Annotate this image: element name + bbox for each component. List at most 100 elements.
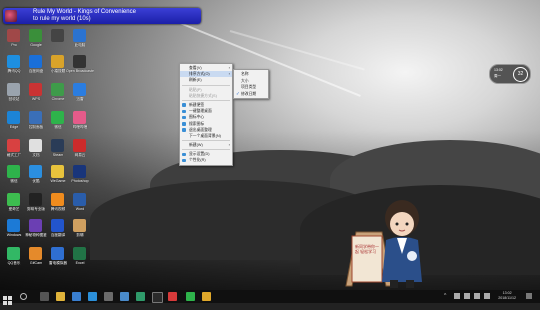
desktop-icon-label: Open Broadcaster — [66, 69, 94, 73]
menu-item-icon — [182, 128, 186, 132]
song-title: Rule My World - Kings of Convenience — [33, 9, 136, 15]
desktop-icon[interactable] — [46, 28, 70, 52]
menu-item-label: 刷新(E) — [189, 78, 202, 83]
battery-icon[interactable] — [484, 293, 490, 299]
app-icon — [51, 193, 64, 206]
desktop-mascot[interactable]: 新同学带你一起 轻松学习 — [342, 194, 437, 290]
desktop-icon[interactable]: 网易云 — [68, 138, 92, 162]
desktop-icon[interactable]: Word — [68, 192, 92, 216]
menu-separator — [182, 149, 230, 151]
context-menu-item[interactable]: 新建(W) › — [180, 142, 232, 148]
app-icon — [29, 55, 42, 68]
desktop-icon[interactable]: 此电脑 — [68, 28, 92, 52]
desktop-icon[interactable]: 格式工厂 — [2, 138, 26, 162]
desktop-icon[interactable]: 迅雷 — [68, 82, 92, 106]
context-menu-item[interactable]: 刷新(E) — [180, 77, 232, 83]
context-menu-item[interactable]: 下一个桌面背景(N) — [180, 133, 232, 139]
mascot-figure — [345, 200, 422, 288]
desktop-icon[interactable]: 控制面板 — [24, 110, 48, 134]
submenu-item-label: 大小 — [241, 78, 249, 83]
submenu-item[interactable]: 大小 — [234, 78, 268, 85]
desktop-icon[interactable]: 优酷 — [24, 164, 48, 188]
desktop-icon[interactable]: 剪映专业版 — [24, 192, 48, 216]
app-icon — [29, 219, 42, 232]
app-taskbar-icon[interactable] — [168, 292, 177, 301]
submenu-item-label: 修改日期 — [241, 91, 257, 96]
desktop-icon[interactable]: 腾讯QQ — [2, 54, 26, 78]
submenu-item[interactable]: ✓ 修改日期 — [234, 91, 268, 98]
up-arrow-icon[interactable]: ^ — [444, 293, 450, 299]
desktop-icon-label: 迅雷 — [76, 97, 84, 101]
desktop-icon[interactable]: Windows — [2, 218, 26, 242]
desktop-icon-label: 此电脑 — [74, 43, 86, 47]
notification-icon[interactable] — [526, 293, 532, 299]
desktop-icon[interactable]: Google — [24, 28, 48, 52]
temperature-ring: 32 — [513, 67, 528, 82]
taskbar: ^ 13:02 2018/11/12 — [0, 290, 540, 305]
edge-taskbar-icon[interactable] — [88, 292, 97, 301]
app-taskbar-icon[interactable] — [136, 292, 145, 301]
desktop-icon[interactable]: 剪辑 — [68, 218, 92, 242]
desktop-icon[interactable]: 神秘物种图鉴 — [24, 218, 48, 242]
desktop-icon[interactable]: 百度翻译 — [46, 218, 70, 242]
desktop-icon[interactable]: Chrome — [46, 82, 70, 106]
clock-time: 13:02 — [494, 68, 503, 72]
network-icon[interactable] — [454, 293, 460, 299]
app-icon — [29, 165, 42, 178]
submenu-item-label: 项目类型 — [241, 85, 257, 90]
menu-item-icon — [182, 152, 186, 157]
desktop-icon[interactable]: GifCam — [24, 246, 48, 270]
menu-separator — [182, 140, 230, 142]
input-method-icon[interactable] — [474, 293, 480, 299]
chevron-right-icon: › — [228, 142, 230, 148]
mail-taskbar-icon[interactable] — [104, 292, 113, 301]
desktop-icon[interactable]: 腾讯视频 — [46, 192, 70, 216]
now-playing-popup[interactable]: Rule My World - Kings of Convenience to … — [3, 8, 201, 24]
explorer-taskbar-icon[interactable] — [56, 292, 65, 301]
menu-item-icon — [182, 103, 186, 107]
menu-item-label: 一键整理桌面 — [189, 109, 212, 114]
context-menu-item[interactable]: 粘贴快捷方式(S) — [180, 93, 232, 99]
desktop-icon[interactable]: 哔哩哔哩 — [68, 110, 92, 134]
wechat-taskbar-icon[interactable] — [186, 292, 195, 301]
app-icon — [51, 111, 64, 124]
desktop-icon[interactable]: Excel — [68, 246, 92, 270]
taskbar-clock[interactable]: 13:02 2018/11/12 — [498, 291, 516, 301]
desktop-icon[interactable]: 爱奇艺 — [2, 192, 26, 216]
task-view-icon[interactable] — [40, 292, 49, 301]
app-icon — [73, 193, 86, 206]
context-menu-item[interactable]: 个性化(R) — [180, 157, 232, 163]
menu-item-icon — [182, 115, 186, 120]
desktop-icon[interactable]: 微信 — [46, 110, 70, 134]
submenu-item[interactable]: 名称 — [234, 71, 268, 78]
desktop-icon[interactable]: WeGame — [46, 164, 70, 188]
submenu-item[interactable]: 项目类型 — [234, 84, 268, 91]
desktop-icon[interactable]: 百度网盘 — [24, 54, 48, 78]
start-button[interactable] — [3, 292, 12, 305]
app-taskbar-icon[interactable] — [152, 292, 163, 303]
clock-widget[interactable]: 13:02 周一 32 — [489, 64, 531, 84]
desktop-icon[interactable]: 微信 — [2, 164, 26, 188]
desktop-icon[interactable]: WPS — [24, 82, 48, 106]
desktop-icon[interactable]: Photoshop — [68, 164, 92, 188]
desktop-icon[interactable]: Edge — [2, 110, 26, 134]
desktop-icon[interactable]: Open Broadcaster — [66, 54, 94, 78]
desktop-icon[interactable]: QQ音乐 — [2, 246, 26, 270]
menu-item-icon — [182, 122, 186, 126]
desktop-icon[interactable]: Steam — [46, 138, 70, 162]
photo-taskbar-icon[interactable] — [120, 292, 129, 301]
desktop-icon[interactable]: 文档 — [24, 138, 48, 162]
search-icon[interactable] — [20, 293, 27, 300]
desktop-icon[interactable]: 回收站 — [2, 82, 26, 106]
menu-item-label: 搜索图标 — [189, 121, 205, 126]
desktop-icon[interactable]: Pro — [2, 28, 26, 52]
volume-icon[interactable] — [464, 293, 470, 299]
desktop-icon-label: 网易云 — [74, 153, 86, 157]
menu-item-label: 退出桌面整理 — [189, 127, 212, 132]
desktop-icon[interactable]: 小猿搜题 — [46, 54, 70, 78]
desktop-icon-label: Excel — [75, 261, 85, 265]
desktop-context-menu: 查看(V) › 排序方式(O) › 刷新(E) 粘贴(P) 粘贴快捷方式(S) 新建便签 一键整… — [179, 63, 233, 166]
store-taskbar-icon[interactable] — [72, 292, 81, 301]
desktop-icon[interactable]: 雷电模拟器 — [46, 246, 70, 270]
app-taskbar-icon[interactable] — [202, 292, 211, 301]
